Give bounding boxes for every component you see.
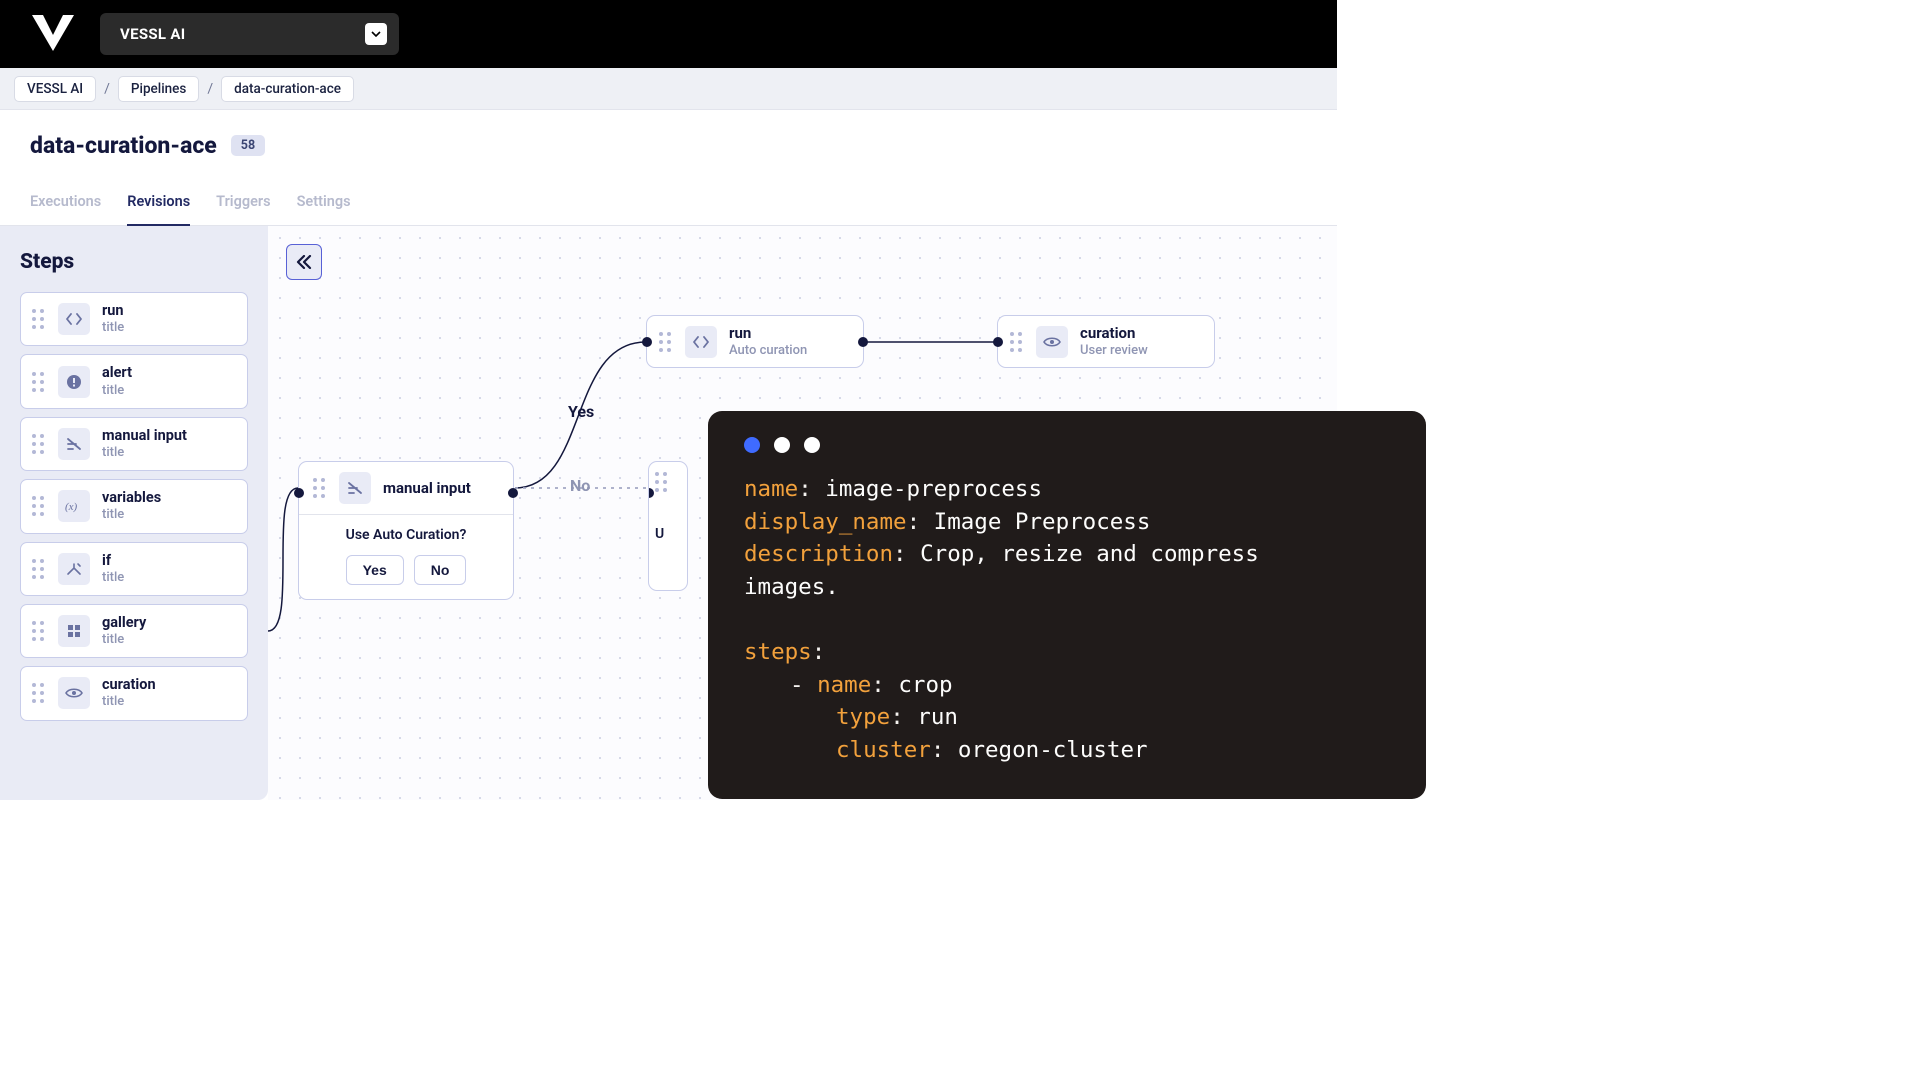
step-name: curation	[102, 676, 156, 694]
step-card-alert[interactable]: alerttitle	[20, 354, 248, 408]
step-card-manual-input[interactable]: manual inputtitle	[20, 417, 248, 471]
step-name: gallery	[102, 614, 146, 632]
step-card-run[interactable]: runtitle	[20, 292, 248, 346]
window-controls	[744, 437, 1390, 453]
yes-button[interactable]: Yes	[346, 555, 404, 585]
node-subtitle: User review	[1080, 343, 1148, 359]
code-icon	[58, 303, 90, 335]
tab-revisions[interactable]: Revisions	[127, 183, 190, 226]
dot-icon	[744, 437, 760, 453]
drag-handle-icon[interactable]	[655, 472, 669, 492]
port-in[interactable]	[294, 488, 304, 498]
crumb-item[interactable]: data-curation-ace	[221, 76, 354, 102]
collapse-sidebar-button[interactable]	[286, 244, 322, 280]
node-run-auto[interactable]: run Auto curation	[646, 315, 864, 368]
drag-handle-icon[interactable]	[32, 559, 46, 579]
crumb-item[interactable]: Pipelines	[118, 76, 199, 102]
app-logo[interactable]	[30, 13, 76, 55]
node-question: Use Auto Curation?	[313, 527, 499, 543]
step-name: alert	[102, 364, 132, 382]
step-name: manual input	[102, 427, 187, 445]
breadcrumb: VESSL AI / Pipelines / data-curation-ace	[0, 68, 1337, 110]
drag-handle-icon[interactable]	[1010, 332, 1024, 352]
step-subtitle: title	[102, 320, 124, 336]
eye-icon	[1036, 326, 1068, 358]
port-in[interactable]	[642, 337, 652, 347]
alert-icon	[58, 366, 90, 398]
drag-handle-icon[interactable]	[32, 496, 46, 516]
title-bar: data-curation-ace 58	[0, 110, 1337, 159]
yaml-code-panel: name: image-preprocessdisplay_name: Imag…	[708, 411, 1426, 799]
top-header: VESSL AI	[0, 0, 1337, 68]
step-name: if	[102, 552, 124, 570]
drag-handle-icon[interactable]	[32, 434, 46, 454]
node-hidden-text: U	[655, 526, 681, 542]
node-subtitle: Auto curation	[729, 343, 807, 359]
steps-title: Steps	[20, 250, 248, 274]
drag-handle-icon[interactable]	[32, 372, 46, 392]
edge-label-yes: Yes	[568, 402, 594, 421]
step-card-curation[interactable]: curationtitle	[20, 666, 248, 720]
no-button[interactable]: No	[414, 555, 467, 585]
eye-icon	[58, 677, 90, 709]
tab-executions[interactable]: Executions	[30, 183, 101, 226]
drag-handle-icon[interactable]	[32, 309, 46, 329]
step-name: variables	[102, 489, 161, 507]
edge-label-no: No	[570, 476, 590, 495]
drag-handle-icon[interactable]	[32, 621, 46, 641]
crumb-separator: /	[207, 81, 213, 97]
node-title: manual input	[383, 479, 471, 497]
step-subtitle: title	[102, 507, 161, 523]
step-subtitle: title	[102, 632, 146, 648]
step-name: run	[102, 302, 124, 320]
step-subtitle: title	[102, 694, 156, 710]
page-title: data-curation-ace	[30, 132, 217, 159]
crumb-separator: /	[104, 81, 110, 97]
chevron-down-icon	[365, 23, 387, 45]
input-icon	[339, 472, 371, 504]
port-out[interactable]	[858, 337, 868, 347]
node-title: curation	[1080, 324, 1148, 343]
tab-triggers[interactable]: Triggers	[216, 183, 270, 226]
port-out[interactable]	[508, 488, 518, 498]
node-hidden[interactable]: U	[648, 461, 688, 591]
drag-handle-icon[interactable]	[313, 478, 327, 498]
steps-panel: Steps runtitlealerttitlemanual inputtitl…	[0, 226, 268, 800]
svg-text:(x): (x)	[65, 501, 78, 513]
drag-handle-icon[interactable]	[32, 683, 46, 703]
node-curation-user[interactable]: curation User review	[997, 315, 1215, 368]
code-body: name: image-preprocessdisplay_name: Imag…	[744, 473, 1390, 767]
node-manual-input[interactable]: manual input Use Auto Curation? Yes No	[298, 461, 514, 600]
step-subtitle: title	[102, 570, 124, 586]
run-count-badge: 58	[231, 135, 265, 156]
step-card-if[interactable]: iftitle	[20, 542, 248, 596]
branch-icon	[58, 553, 90, 585]
dot-icon	[804, 437, 820, 453]
variable-icon: (x)	[58, 490, 90, 522]
drag-handle-icon[interactable]	[659, 332, 673, 352]
code-icon	[685, 326, 717, 358]
step-card-gallery[interactable]: gallerytitle	[20, 604, 248, 658]
step-card-variables[interactable]: (x) variablestitle	[20, 479, 248, 533]
node-title: run	[729, 324, 807, 343]
input-icon	[58, 428, 90, 460]
port-in[interactable]	[648, 488, 654, 498]
tabs: Executions Revisions Triggers Settings	[0, 183, 1337, 226]
org-name: VESSL AI	[120, 25, 185, 43]
step-subtitle: title	[102, 383, 132, 399]
grid-icon	[58, 615, 90, 647]
step-subtitle: title	[102, 445, 187, 461]
dot-icon	[774, 437, 790, 453]
tab-settings[interactable]: Settings	[297, 183, 351, 226]
org-selector[interactable]: VESSL AI	[100, 13, 399, 55]
port-in[interactable]	[993, 337, 1003, 347]
crumb-item[interactable]: VESSL AI	[14, 76, 96, 102]
